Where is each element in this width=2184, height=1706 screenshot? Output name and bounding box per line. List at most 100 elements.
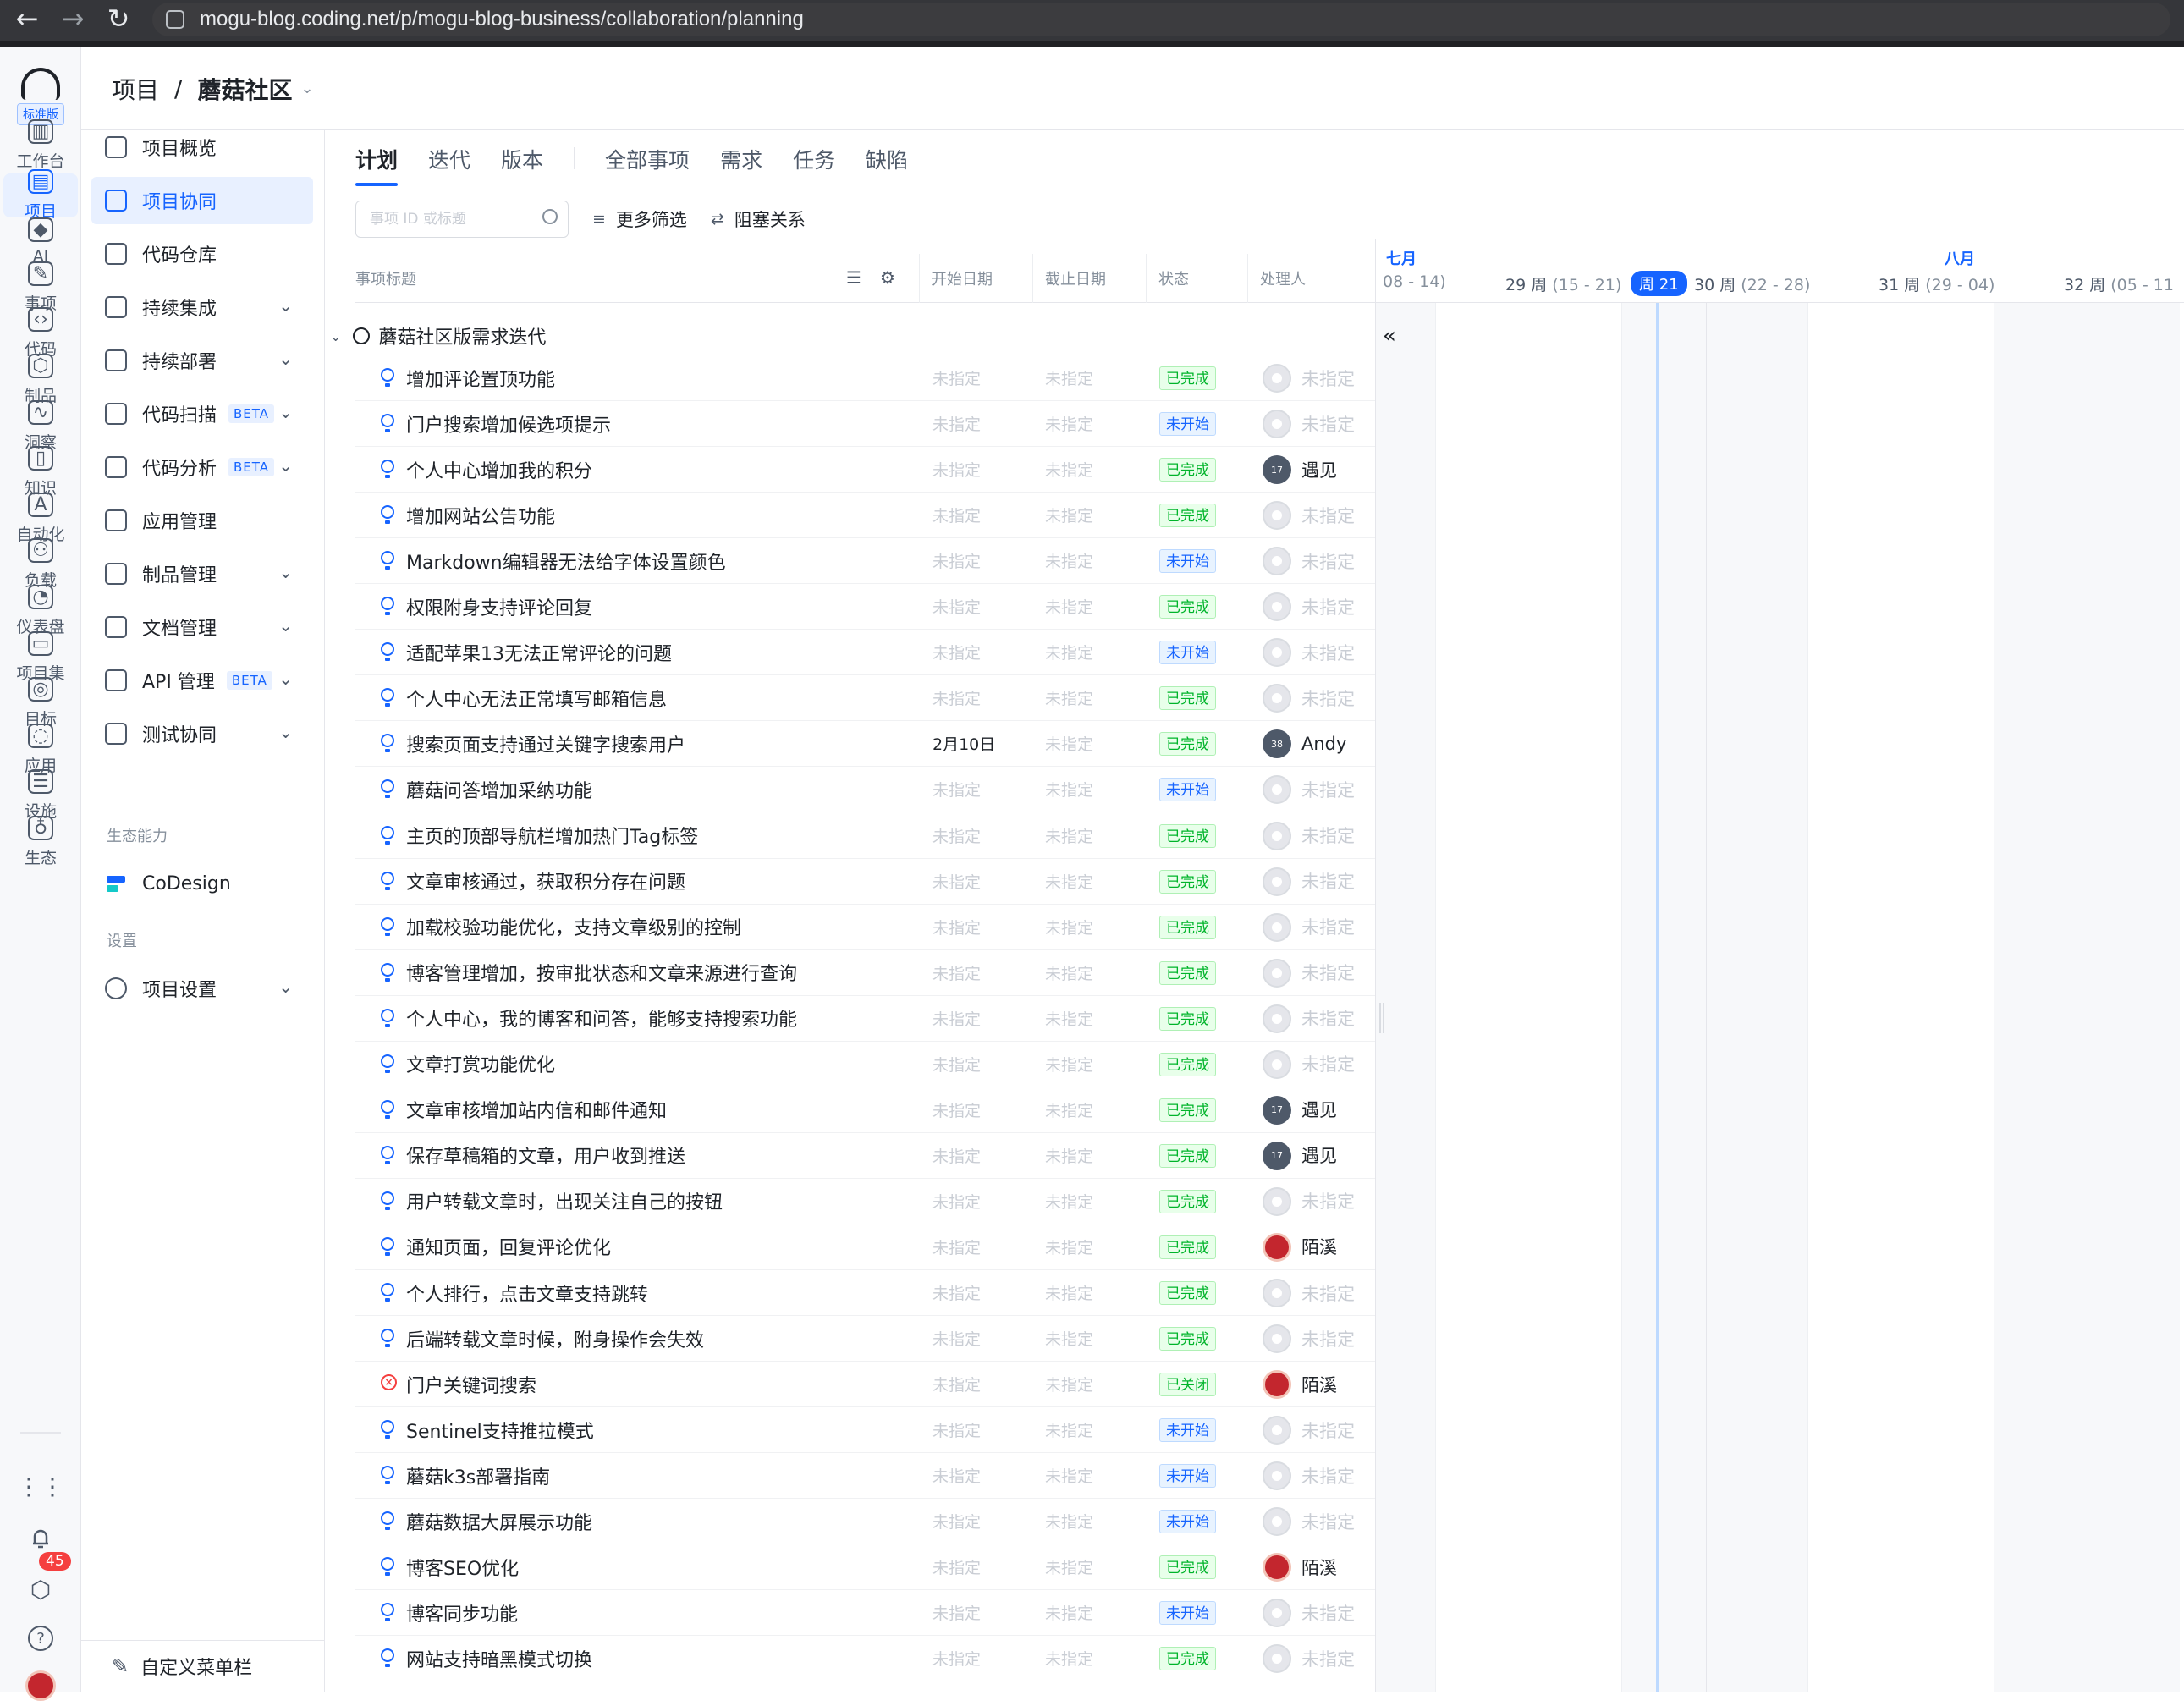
table-row[interactable]: 权限附身支持评论回复 未指定 未指定 已完成 未指定 (355, 584, 1375, 630)
back-icon[interactable]: ← (8, 0, 46, 37)
assignee-name[interactable]: 陌溪 (1301, 1372, 1337, 1397)
rail-item-issues[interactable]: ✎ 事项 (3, 261, 78, 313)
table-row[interactable]: 蘑菇数据大屏展示功能 未指定 未指定 未开始 未指定 (355, 1499, 1375, 1545)
status-badge[interactable]: 未开始 (1159, 641, 1216, 665)
assignee-name[interactable]: 陌溪 (1301, 1555, 1337, 1580)
rail-item-code[interactable]: ‹› 代码 (3, 307, 78, 359)
rail-item-infrastructure[interactable]: ☰ 设施 (3, 769, 78, 821)
issue-title[interactable]: 保存草稿箱的文章，用户收到推送 (406, 1142, 685, 1169)
status-badge[interactable]: 已完成 (1159, 1189, 1216, 1213)
assignee-name[interactable]: 未指定 (1301, 1005, 1355, 1031)
assignee-name[interactable]: 未指定 (1301, 1600, 1355, 1626)
assignee-name[interactable]: 未指定 (1301, 1051, 1355, 1076)
rail-item-goals[interactable]: ◎ 目标 (3, 677, 78, 729)
rail-item-ai[interactable]: ◆ AI (3, 217, 78, 266)
rail-item-artifacts[interactable]: ⬡ 制品 (3, 354, 78, 405)
issue-title[interactable]: 权限附身支持评论回复 (406, 593, 592, 620)
table-row[interactable]: 蘑菇k3s部署指南 未指定 未指定 未开始 未指定 (355, 1453, 1375, 1500)
issue-title[interactable]: 后端转载文章时候，附身操作会失效 (406, 1325, 704, 1352)
tab-version[interactable]: 版本 (501, 144, 543, 184)
status-badge[interactable]: 已完成 (1159, 366, 1216, 390)
start-date[interactable]: 未指定 (932, 1464, 981, 1487)
end-date[interactable]: 未指定 (1045, 366, 1093, 389)
user-avatar[interactable] (20, 1665, 61, 1706)
start-date[interactable]: 未指定 (932, 366, 981, 389)
start-date[interactable]: 未指定 (932, 595, 981, 618)
end-date[interactable]: 未指定 (1045, 1418, 1093, 1441)
sidebar-item-project-settings[interactable]: 项目设置 ⌄ (91, 965, 313, 1012)
issue-title[interactable]: 博客SEO优化 (406, 1554, 519, 1581)
start-date[interactable]: 未指定 (932, 1281, 981, 1304)
issue-title[interactable]: 增加评论置顶功能 (406, 365, 555, 392)
status-badge[interactable]: 已完成 (1159, 1052, 1216, 1076)
settings-hex-icon[interactable]: ⬡ (20, 1569, 61, 1610)
assignee-name[interactable]: Andy (1301, 734, 1346, 754)
tab-all-issues[interactable]: 全部事项 (605, 144, 690, 184)
status-badge[interactable]: 未开始 (1159, 1510, 1216, 1534)
end-date[interactable]: 未指定 (1045, 1510, 1093, 1533)
apps-grid-icon[interactable]: ⋮⋮ (17, 1466, 64, 1506)
end-date[interactable]: 未指定 (1045, 1190, 1093, 1213)
end-date[interactable]: 未指定 (1045, 824, 1093, 847)
help-icon[interactable]: ? (20, 1618, 61, 1659)
table-row[interactable]: 蘑菇问答增加采纳功能 未指定 未指定 未开始 未指定 (355, 767, 1375, 813)
end-date[interactable]: 未指定 (1045, 595, 1093, 618)
start-date[interactable]: 未指定 (932, 1235, 981, 1258)
issue-title[interactable]: 文章审核增加站内信和邮件通知 (406, 1096, 667, 1123)
search-input[interactable] (368, 210, 529, 228)
chevron-down-icon[interactable]: ⌄ (330, 328, 341, 344)
status-badge[interactable]: 已完成 (1159, 960, 1216, 985)
start-date[interactable]: 未指定 (932, 1007, 981, 1030)
table-row[interactable]: 增加评论置顶功能 未指定 未指定 已完成 未指定 (355, 355, 1375, 401)
start-date[interactable]: 未指定 (932, 824, 981, 847)
issue-title[interactable]: 博客管理增加，按审批状态和文章来源进行查询 (406, 959, 797, 986)
status-badge[interactable]: 已完成 (1159, 686, 1216, 711)
sidebar-item-overview[interactable]: 项目概览 (91, 124, 313, 171)
col-status[interactable]: 状态 (1146, 254, 1189, 303)
issue-title[interactable]: 个人中心无法正常填写邮箱信息 (406, 685, 667, 712)
status-badge[interactable]: 已完成 (1159, 915, 1216, 939)
breadcrumb-projects[interactable]: 项目 (112, 72, 159, 106)
assignee-name[interactable]: 未指定 (1301, 411, 1355, 437)
start-date[interactable]: 未指定 (932, 778, 981, 801)
table-row[interactable]: 文章审核增加站内信和邮件通知 未指定 未指定 已完成 17 遇见 (355, 1087, 1375, 1133)
table-row[interactable]: 个人中心，我的博客和问答，能够支持搜索功能 未指定 未指定 已完成 未指定 (355, 996, 1375, 1042)
end-date[interactable]: 未指定 (1045, 1235, 1093, 1258)
start-date[interactable]: 未指定 (932, 412, 981, 435)
rail-item-automation[interactable]: A 自动化 (3, 492, 78, 544)
table-row[interactable]: 通知页面，回复评论优化 未指定 未指定 已完成 陌溪 (355, 1224, 1375, 1270)
tab-task[interactable]: 任务 (793, 144, 835, 184)
table-row[interactable]: 个人中心无法正常填写邮箱信息 未指定 未指定 已完成 未指定 (355, 675, 1375, 722)
issue-title[interactable]: 增加网站公告功能 (406, 502, 555, 529)
table-row[interactable]: 后端转载文章时候，附身操作会失效 未指定 未指定 已完成 未指定 (355, 1316, 1375, 1362)
sidebar-item-code-repo[interactable]: 代码仓库 (91, 230, 313, 278)
customize-menu-button[interactable]: ✎ 自定义菜单栏 (81, 1640, 325, 1691)
assignee-name[interactable]: 未指定 (1301, 548, 1355, 574)
table-row[interactable]: 加载校验功能优化，支持文章级别的控制 未指定 未指定 已完成 未指定 (355, 905, 1375, 950)
assignee-name[interactable]: 未指定 (1301, 503, 1355, 528)
end-date[interactable]: 未指定 (1045, 1098, 1093, 1121)
status-badge[interactable]: 已完成 (1159, 504, 1216, 528)
assignee-name[interactable]: 遇见 (1301, 457, 1337, 482)
tab-defect[interactable]: 缺陷 (866, 144, 908, 184)
start-date[interactable]: 未指定 (932, 870, 981, 893)
sidebar-item-ci[interactable]: 持续集成 ⌄ (91, 283, 313, 331)
end-date[interactable]: 未指定 (1045, 1327, 1093, 1350)
start-date[interactable]: 未指定 (932, 961, 981, 984)
assignee-name[interactable]: 未指定 (1301, 914, 1355, 939)
table-row[interactable]: 适配苹果13无法正常评论的问题 未指定 未指定 未开始 未指定 (355, 630, 1375, 676)
assignee-name[interactable]: 未指定 (1301, 1188, 1355, 1213)
start-date[interactable]: 未指定 (932, 458, 981, 481)
end-date[interactable]: 未指定 (1045, 916, 1093, 938)
status-badge[interactable]: 已完成 (1159, 1143, 1216, 1168)
status-badge[interactable]: 已关闭 (1159, 1373, 1216, 1397)
sidebar-item-code-scan[interactable]: 代码扫描 BETA ⌄ (91, 390, 313, 438)
site-info-icon[interactable] (166, 10, 184, 29)
issue-title[interactable]: 蘑菇数据大屏展示功能 (406, 1508, 592, 1535)
issue-title[interactable]: Sentinel支持推拉模式 (406, 1417, 594, 1444)
forward-icon[interactable]: → (54, 0, 91, 37)
end-date[interactable]: 未指定 (1045, 549, 1093, 572)
end-date[interactable]: 未指定 (1045, 504, 1093, 526)
issue-title[interactable]: 蘑菇问答增加采纳功能 (406, 776, 592, 803)
assignee-name[interactable]: 遇见 (1301, 1142, 1337, 1168)
